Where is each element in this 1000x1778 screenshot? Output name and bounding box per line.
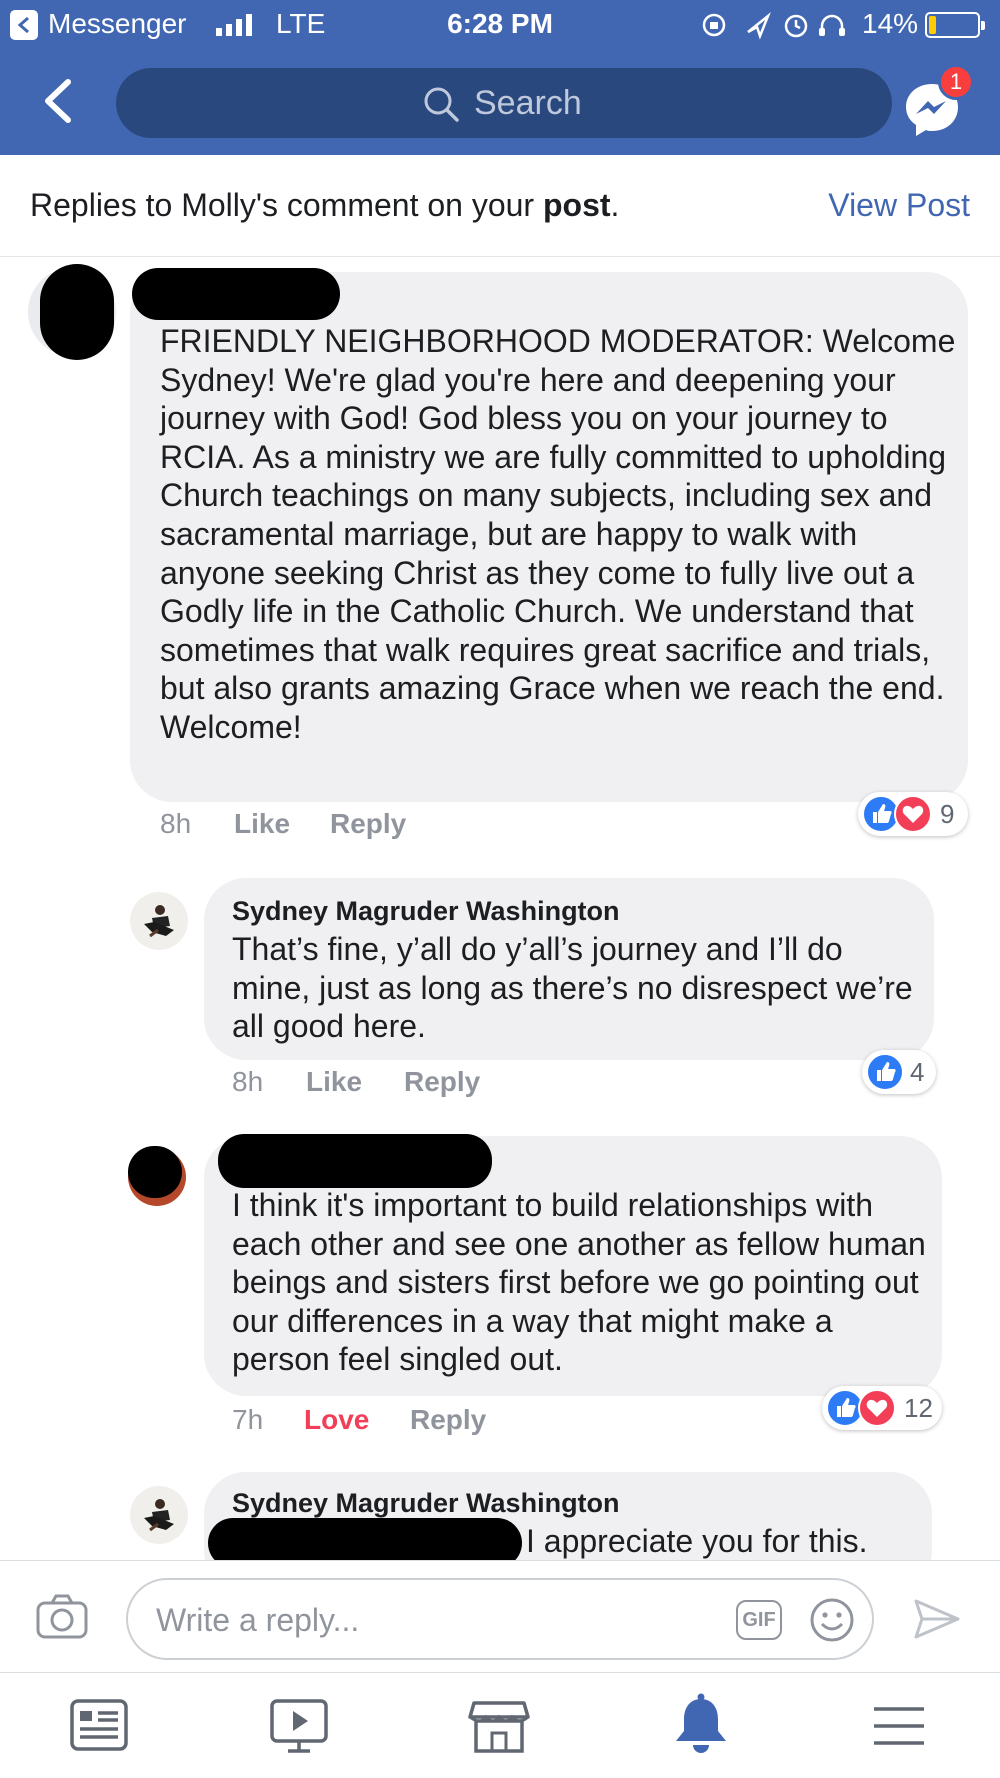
reaction-summary[interactable]: 4 [862,1050,936,1094]
comment-text: That’s fine, y’all do y’all’s journey an… [232,931,913,1045]
reply-placeholder: Write a reply... [156,1602,360,1638]
watch-icon[interactable] [264,1691,334,1761]
comment-bubble[interactable]: FRIENDLY NEIGHBORHOOD MODERATOR: Welcome… [130,272,968,802]
view-post-link[interactable]: View Post [828,187,970,224]
menu-icon[interactable] [864,1691,934,1761]
tab-bar [0,1672,1000,1778]
comment-text: FRIENDLY NEIGHBORHOOD MODERATOR: Welcome… [160,323,956,745]
reaction-count: 4 [910,1057,925,1087]
like-button[interactable]: Like [234,808,290,840]
comment-author[interactable]: Sydney Magruder Washington [232,896,620,927]
comment-time: 8h [160,808,192,839]
comment-text: I appreciate you for this. [526,1523,868,1559]
avatar[interactable] [130,1486,188,1544]
clock: 6:28 PM [447,8,553,39]
header-bar: Messenger LTE 6:28 PM 14% Search 1 [0,0,1000,155]
comment-text: I think it's important to build relation… [232,1187,926,1378]
comment-bubble[interactable]: Sydney Magruder Washington That’s fine, … [204,878,934,1060]
news-feed-icon[interactable] [64,1691,134,1761]
reply-button[interactable]: Reply [330,808,406,840]
redacted-avatar [40,264,114,360]
redacted-avatar [128,1146,182,1198]
battery-icon [925,12,985,38]
comment-time: 8h [232,1066,264,1097]
search-placeholder: Search [474,84,582,122]
context-bar: Replies to Molly's comment on your post.… [0,155,1000,257]
notification-badge: 1 [938,64,974,100]
messenger-button[interactable]: 1 [902,64,974,140]
notifications-icon[interactable] [666,1691,736,1761]
battery-percent: 14% [862,8,919,39]
send-icon[interactable] [912,1597,962,1641]
reply-bar: Write a reply... GIF [0,1560,1000,1672]
avatar[interactable] [130,892,188,950]
gif-button[interactable]: GIF [736,1600,782,1640]
reaction-summary[interactable]: 9 [858,792,968,836]
back-arrow-icon[interactable] [38,78,78,124]
search-icon [424,87,459,122]
comment-author[interactable]: Sydney Magruder Washington [232,1488,620,1519]
context-text: Replies to Molly's comment on your post. [30,187,620,223]
comment-time: 7h [232,1404,264,1435]
emoji-icon[interactable] [808,1596,856,1644]
status-icons [702,12,845,40]
camera-icon[interactable] [36,1593,88,1639]
redacted-author-name [218,1134,492,1188]
reply-button[interactable]: Reply [404,1066,480,1098]
reply-input[interactable]: Write a reply... GIF [126,1578,874,1660]
status-bar: Messenger LTE 6:28 PM 14% [0,0,1000,52]
search-bar[interactable]: Search [116,68,892,138]
reaction-count: 9 [940,799,955,829]
facebook-comment-thread: Messenger LTE 6:28 PM 14% Search 1 Repli… [0,0,1000,1778]
marketplace-icon[interactable] [464,1691,534,1761]
like-reaction-icon [866,1053,904,1091]
redacted-author-name [132,268,340,320]
reaction-summary[interactable]: 12 [822,1386,942,1430]
battery-level [929,16,936,34]
reaction-count: 12 [904,1393,933,1423]
like-button[interactable]: Like [306,1066,362,1098]
love-button[interactable]: Love [304,1404,369,1436]
reply-button[interactable]: Reply [410,1404,486,1436]
love-reaction-icon [894,795,932,833]
love-reaction-icon [858,1389,896,1427]
